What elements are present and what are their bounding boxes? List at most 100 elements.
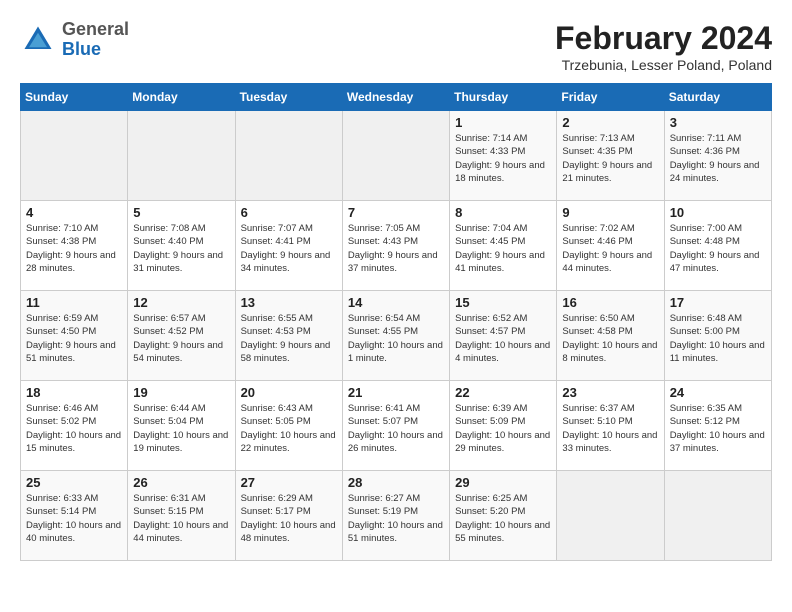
calendar-cell: 22 Sunrise: 6:39 AM Sunset: 5:09 PM Dayli… (450, 381, 557, 471)
day-number: 8 (455, 205, 551, 220)
day-info: Sunrise: 6:50 AM Sunset: 4:58 PM Dayligh… (562, 312, 658, 365)
calendar-cell (664, 471, 771, 561)
calendar-cell: 21Sunrise: 6:41 AM Sunset: 5:07 PM Dayli… (342, 381, 449, 471)
calendar-cell: 25 Sunrise: 6:33 AM Sunset: 5:14 PM Dayli… (21, 471, 128, 561)
day-info: Sunrise: 6:59 AM Sunset: 4:50 PM Dayligh… (26, 312, 122, 365)
day-info: Sunrise: 7:11 AM Sunset: 4:36 PM Dayligh… (670, 132, 766, 185)
logo-blue: Blue (62, 39, 101, 59)
calendar-table: SundayMondayTuesdayWednesdayThursdayFrid… (20, 83, 772, 561)
calendar-week-row: 18 Sunrise: 6:46 AM Sunset: 5:02 PM Dayli… (21, 381, 772, 471)
day-info: Sunrise: 6:29 AM Sunset: 5:17 PM Dayligh… (241, 492, 337, 545)
title-block: February 2024 Trzebunia, Lesser Poland, … (555, 20, 772, 73)
day-header-tuesday: Tuesday (235, 84, 342, 111)
calendar-cell: 4 Sunrise: 7:10 AM Sunset: 4:38 PM Daylig… (21, 201, 128, 291)
calendar-cell: 26 Sunrise: 6:31 AM Sunset: 5:15 PM Dayli… (128, 471, 235, 561)
day-info: Sunrise: 6:55 AM Sunset: 4:53 PM Dayligh… (241, 312, 337, 365)
calendar-cell: 27 Sunrise: 6:29 AM Sunset: 5:17 PM Dayli… (235, 471, 342, 561)
day-info: Sunrise: 6:46 AM Sunset: 5:02 PM Dayligh… (26, 402, 122, 455)
day-number: 6 (241, 205, 337, 220)
calendar-cell: 11 Sunrise: 6:59 AM Sunset: 4:50 PM Dayli… (21, 291, 128, 381)
day-number: 28 (348, 475, 444, 490)
day-number: 29 (455, 475, 551, 490)
calendar-cell: 7 Sunrise: 7:05 AM Sunset: 4:43 PM Daylig… (342, 201, 449, 291)
calendar-cell: 10Sunrise: 7:00 AM Sunset: 4:48 PM Dayli… (664, 201, 771, 291)
day-number: 7 (348, 205, 444, 220)
calendar-cell: 15 Sunrise: 6:52 AM Sunset: 4:57 PM Dayli… (450, 291, 557, 381)
day-number: 26 (133, 475, 229, 490)
day-info: Sunrise: 6:33 AM Sunset: 5:14 PM Dayligh… (26, 492, 122, 545)
day-info: Sunrise: 6:37 AM Sunset: 5:10 PM Dayligh… (562, 402, 658, 455)
day-info: Sunrise: 6:43 AM Sunset: 5:05 PM Dayligh… (241, 402, 337, 455)
day-number: 4 (26, 205, 122, 220)
calendar-cell: 8 Sunrise: 7:04 AM Sunset: 4:45 PM Daylig… (450, 201, 557, 291)
calendar-cell: 29 Sunrise: 6:25 AM Sunset: 5:20 PM Dayli… (450, 471, 557, 561)
calendar-cell: 14Sunrise: 6:54 AM Sunset: 4:55 PM Dayli… (342, 291, 449, 381)
calendar-cell: 12 Sunrise: 6:57 AM Sunset: 4:52 PM Dayli… (128, 291, 235, 381)
calendar-cell (342, 111, 449, 201)
calendar-cell: 17 Sunrise: 6:48 AM Sunset: 5:00 PM Dayli… (664, 291, 771, 381)
day-info: Sunrise: 7:10 AM Sunset: 4:38 PM Dayligh… (26, 222, 122, 275)
day-number: 24 (670, 385, 766, 400)
day-number: 5 (133, 205, 229, 220)
day-number: 22 (455, 385, 551, 400)
day-info: Sunrise: 6:27 AM Sunset: 5:19 PM Dayligh… (348, 492, 444, 545)
calendar-week-row: 1 Sunrise: 7:14 AM Sunset: 4:33 PM Daylig… (21, 111, 772, 201)
logo-text: General Blue (62, 20, 129, 60)
day-number: 2 (562, 115, 658, 130)
logo: General Blue (20, 20, 129, 60)
day-info: Sunrise: 7:05 AM Sunset: 4:43 PM Dayligh… (348, 222, 444, 275)
day-number: 17 (670, 295, 766, 310)
calendar-week-row: 25 Sunrise: 6:33 AM Sunset: 5:14 PM Dayli… (21, 471, 772, 561)
day-number: 12 (133, 295, 229, 310)
day-number: 25 (26, 475, 122, 490)
calendar-cell: 16 Sunrise: 6:50 AM Sunset: 4:58 PM Dayli… (557, 291, 664, 381)
calendar-cell: 24Sunrise: 6:35 AM Sunset: 5:12 PM Dayli… (664, 381, 771, 471)
calendar-cell: 5Sunrise: 7:08 AM Sunset: 4:40 PM Daylig… (128, 201, 235, 291)
day-number: 19 (133, 385, 229, 400)
day-info: Sunrise: 6:57 AM Sunset: 4:52 PM Dayligh… (133, 312, 229, 365)
calendar-cell (557, 471, 664, 561)
calendar-cell: 3 Sunrise: 7:11 AM Sunset: 4:36 PM Daylig… (664, 111, 771, 201)
day-info: Sunrise: 6:39 AM Sunset: 5:09 PM Dayligh… (455, 402, 551, 455)
day-info: Sunrise: 6:25 AM Sunset: 5:20 PM Dayligh… (455, 492, 551, 545)
day-info: Sunrise: 6:31 AM Sunset: 5:15 PM Dayligh… (133, 492, 229, 545)
calendar-week-row: 4 Sunrise: 7:10 AM Sunset: 4:38 PM Daylig… (21, 201, 772, 291)
calendar-cell (128, 111, 235, 201)
day-info: Sunrise: 6:48 AM Sunset: 5:00 PM Dayligh… (670, 312, 766, 365)
day-header-thursday: Thursday (450, 84, 557, 111)
day-number: 15 (455, 295, 551, 310)
day-header-saturday: Saturday (664, 84, 771, 111)
month-year-title: February 2024 (555, 20, 772, 57)
day-number: 27 (241, 475, 337, 490)
day-info: Sunrise: 6:41 AM Sunset: 5:07 PM Dayligh… (348, 402, 444, 455)
calendar-cell: 1 Sunrise: 7:14 AM Sunset: 4:33 PM Daylig… (450, 111, 557, 201)
day-info: Sunrise: 6:52 AM Sunset: 4:57 PM Dayligh… (455, 312, 551, 365)
calendar-cell: 19 Sunrise: 6:44 AM Sunset: 5:04 PM Dayli… (128, 381, 235, 471)
calendar-cell: 6 Sunrise: 7:07 AM Sunset: 4:41 PM Daylig… (235, 201, 342, 291)
day-header-wednesday: Wednesday (342, 84, 449, 111)
calendar-cell: 28 Sunrise: 6:27 AM Sunset: 5:19 PM Dayli… (342, 471, 449, 561)
calendar-week-row: 11 Sunrise: 6:59 AM Sunset: 4:50 PM Dayli… (21, 291, 772, 381)
logo-icon (20, 22, 56, 58)
day-info: Sunrise: 6:44 AM Sunset: 5:04 PM Dayligh… (133, 402, 229, 455)
location-subtitle: Trzebunia, Lesser Poland, Poland (555, 57, 772, 73)
page-header: General Blue February 2024 Trzebunia, Le… (20, 20, 772, 73)
calendar-cell (235, 111, 342, 201)
day-number: 11 (26, 295, 122, 310)
day-info: Sunrise: 7:07 AM Sunset: 4:41 PM Dayligh… (241, 222, 337, 275)
day-info: Sunrise: 7:02 AM Sunset: 4:46 PM Dayligh… (562, 222, 658, 275)
day-header-monday: Monday (128, 84, 235, 111)
day-number: 16 (562, 295, 658, 310)
day-header-friday: Friday (557, 84, 664, 111)
calendar-cell (21, 111, 128, 201)
day-info: Sunrise: 7:04 AM Sunset: 4:45 PM Dayligh… (455, 222, 551, 275)
calendar-cell: 20Sunrise: 6:43 AM Sunset: 5:05 PM Dayli… (235, 381, 342, 471)
day-info: Sunrise: 6:54 AM Sunset: 4:55 PM Dayligh… (348, 312, 444, 365)
day-number: 1 (455, 115, 551, 130)
logo-general: General (62, 19, 129, 39)
day-info: Sunrise: 7:14 AM Sunset: 4:33 PM Dayligh… (455, 132, 551, 185)
calendar-cell: 2Sunrise: 7:13 AM Sunset: 4:35 PM Daylig… (557, 111, 664, 201)
day-number: 3 (670, 115, 766, 130)
day-number: 9 (562, 205, 658, 220)
day-number: 18 (26, 385, 122, 400)
